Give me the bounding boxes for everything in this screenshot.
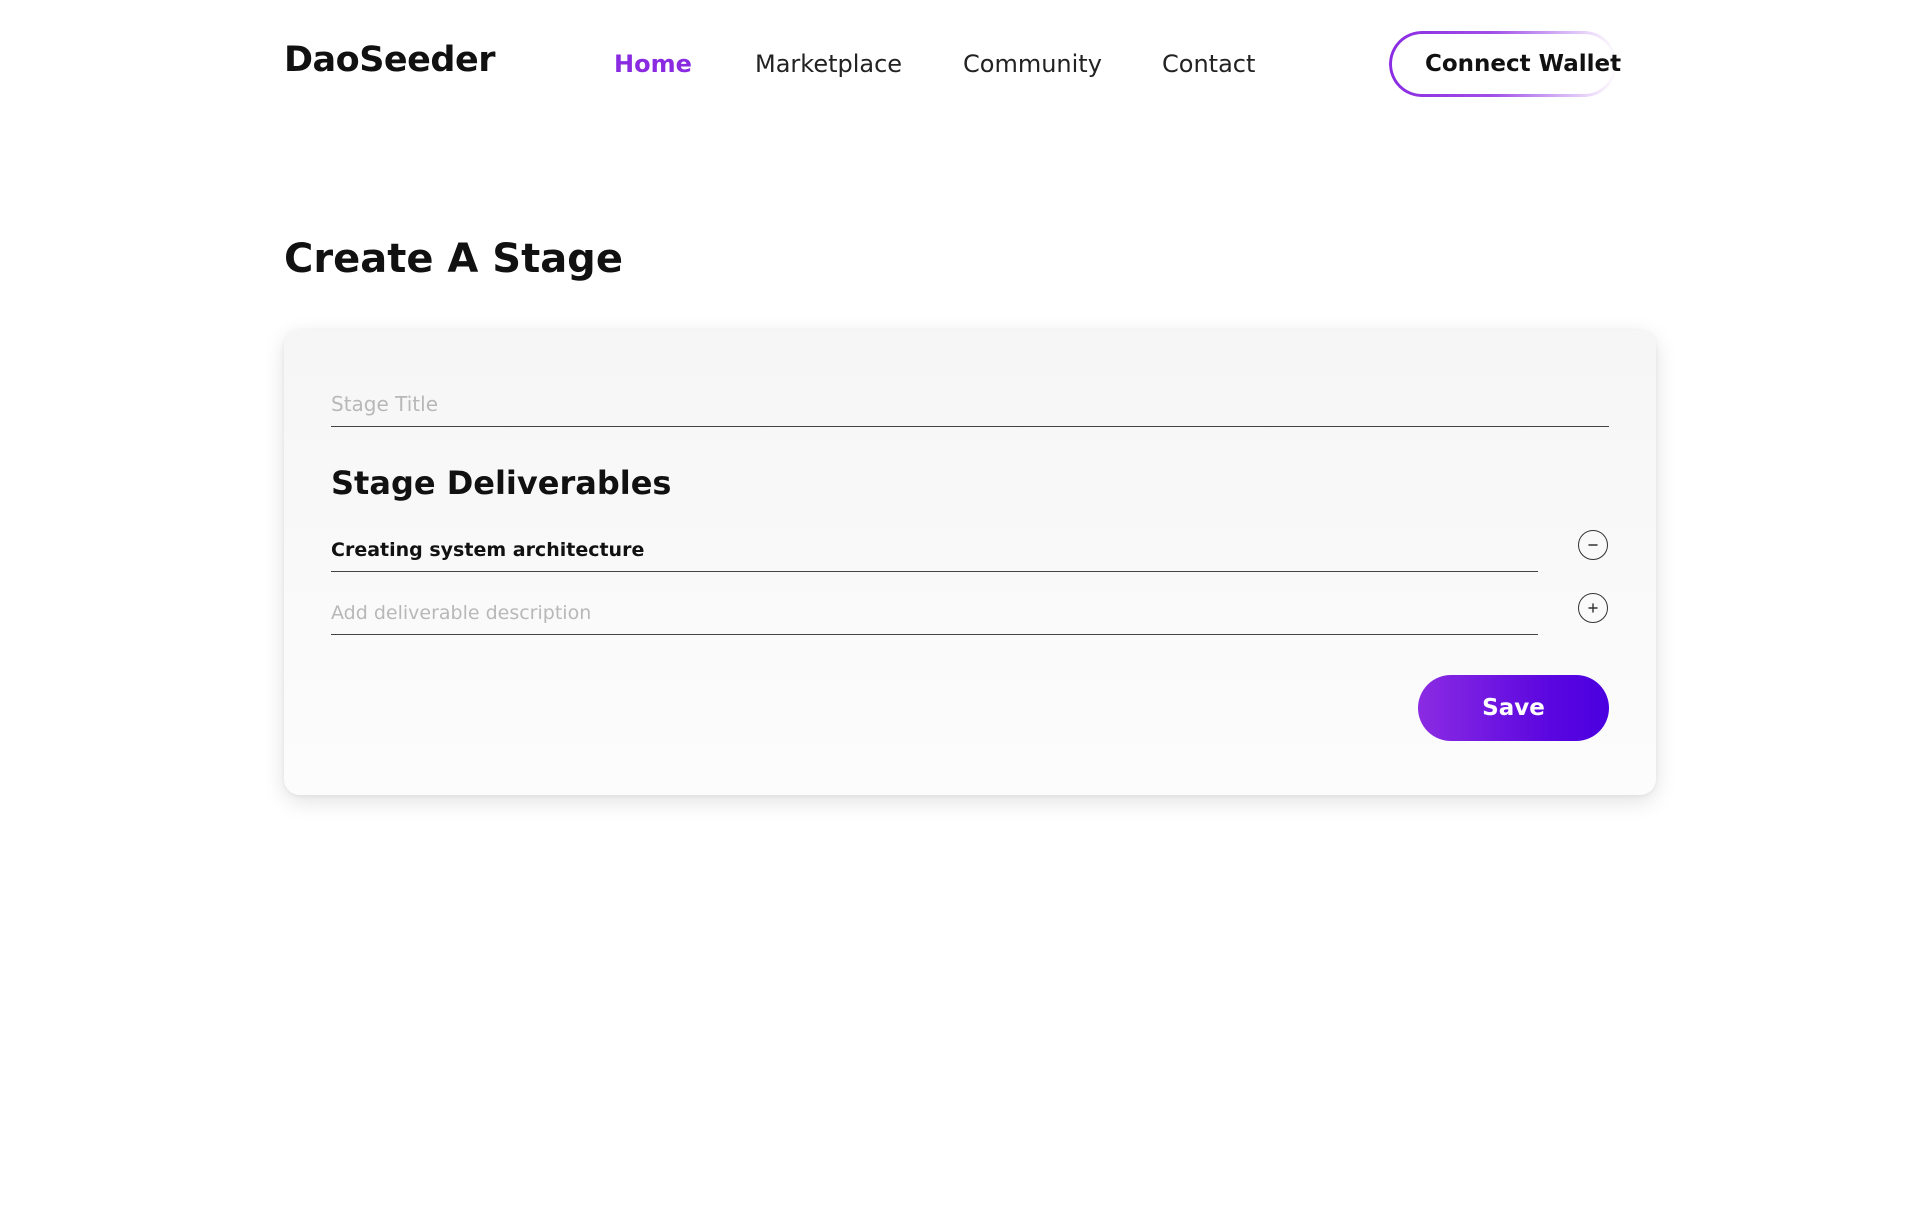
deliverables-heading: Stage Deliverables: [331, 464, 672, 502]
nav-item-marketplace[interactable]: Marketplace: [755, 50, 902, 78]
add-deliverable-button[interactable]: [1578, 593, 1608, 623]
new-deliverable-input[interactable]: [331, 592, 1538, 635]
plus-circle-icon: [1588, 603, 1598, 613]
top-navbar: DaoSeeder Home Marketplace Community Con…: [0, 0, 1920, 130]
remove-deliverable-button[interactable]: [1578, 530, 1608, 560]
nav-item-contact[interactable]: Contact: [1162, 50, 1255, 78]
save-button[interactable]: Save: [1418, 675, 1609, 741]
minus-circle-icon: [1588, 544, 1598, 546]
nav-item-home[interactable]: Home: [614, 50, 692, 78]
stage-title-input[interactable]: [331, 382, 1609, 427]
connect-wallet-button[interactable]: Connect Wallet: [1389, 31, 1621, 97]
deliverable-input[interactable]: [331, 529, 1538, 572]
nav-item-community[interactable]: Community: [963, 50, 1102, 78]
main-nav: Home Marketplace Community Contact: [0, 50, 1920, 80]
connect-wallet-wrapper: Connect Wallet: [1389, 31, 1621, 97]
page-title: Create A Stage: [284, 236, 623, 282]
create-stage-card: Stage Deliverables Save: [284, 330, 1656, 795]
